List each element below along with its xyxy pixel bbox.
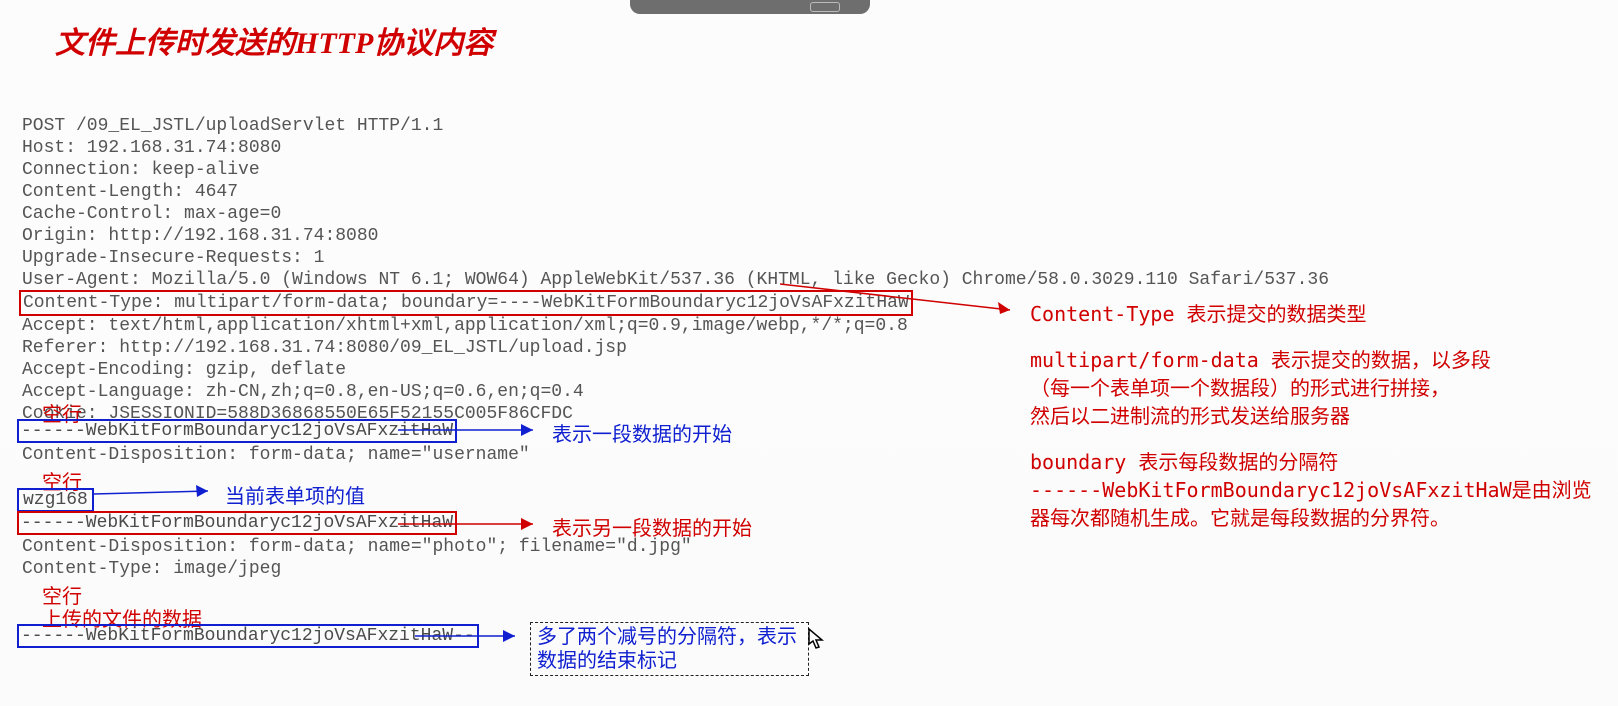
side-note-3a: boundary 表示每段数据的分隔符 (1030, 448, 1600, 476)
side-note-3b: ------WebKitFormBoundaryc12joVsAFxzitHaW… (1030, 476, 1600, 532)
label-segment-start-1: 表示一段数据的开始 (552, 418, 732, 447)
content-type-2: Content-Type: image/jpeg (22, 559, 281, 579)
http-line: Cache-Control: max-age=0 (22, 204, 281, 224)
http-line: POST /09_EL_JSTL/uploadServlet HTTP/1.1 (22, 116, 443, 136)
top-notch-bar (630, 0, 870, 14)
http-line: User-Agent: Mozilla/5.0 (Windows NT 6.1;… (22, 270, 1329, 290)
side-note-1: Content-Type 表示提交的数据类型 (1030, 300, 1600, 328)
http-line: Accept-Encoding: gzip, deflate (22, 360, 346, 380)
mouse-cursor-icon (808, 628, 826, 657)
boundary-end: ------WebKitFormBoundaryc12joVsAFxzitHaW… (17, 624, 479, 648)
http-line: Content-Length: 4647 (22, 182, 238, 202)
form-value-1: wzg168 (17, 488, 94, 512)
label-current-value: 当前表单项的值 (225, 480, 365, 509)
http-line: Host: 192.168.31.74:8080 (22, 138, 281, 158)
http-line: Accept: text/html,application/xhtml+xml,… (22, 316, 908, 336)
arrow-form-value (93, 482, 223, 500)
http-line: Origin: http://192.168.31.74:8080 (22, 226, 378, 246)
side-notes: Content-Type 表示提交的数据类型 multipart/form-da… (1030, 300, 1600, 532)
http-line: Connection: keep-alive (22, 160, 260, 180)
http-line: Upgrade-Insecure-Requests: 1 (22, 248, 324, 268)
boundary-2: ------WebKitFormBoundaryc12joVsAFxzitHaW (17, 511, 457, 535)
label-segment-start-2: 表示另一段数据的开始 (552, 512, 752, 541)
http-line: Accept-Language: zh-CN,zh;q=0.8,en-US;q=… (22, 382, 584, 402)
http-line: Referer: http://192.168.31.74:8080/09_EL… (22, 338, 627, 358)
side-note-2c: 然后以二进制流的形式发送给服务器 (1030, 402, 1600, 430)
side-note-2a: multipart/form-data 表示提交的数据，以多段 (1030, 346, 1600, 374)
boundary-1: ------WebKitFormBoundaryc12joVsAFxzitHaW (17, 419, 457, 443)
label-end-marker: 多了两个减号的分隔符，表示数据的结束标记 (530, 622, 809, 676)
side-note-2b: （每一个表单项一个数据段）的形式进行拼接， (1030, 374, 1600, 402)
content-disposition-1: Content-Disposition: form-data; name="us… (22, 445, 530, 465)
page-title: 文件上传时发送的HTTP协议内容 (55, 18, 493, 62)
content-type-line: Content-Type: multipart/form-data; bound… (19, 290, 913, 316)
